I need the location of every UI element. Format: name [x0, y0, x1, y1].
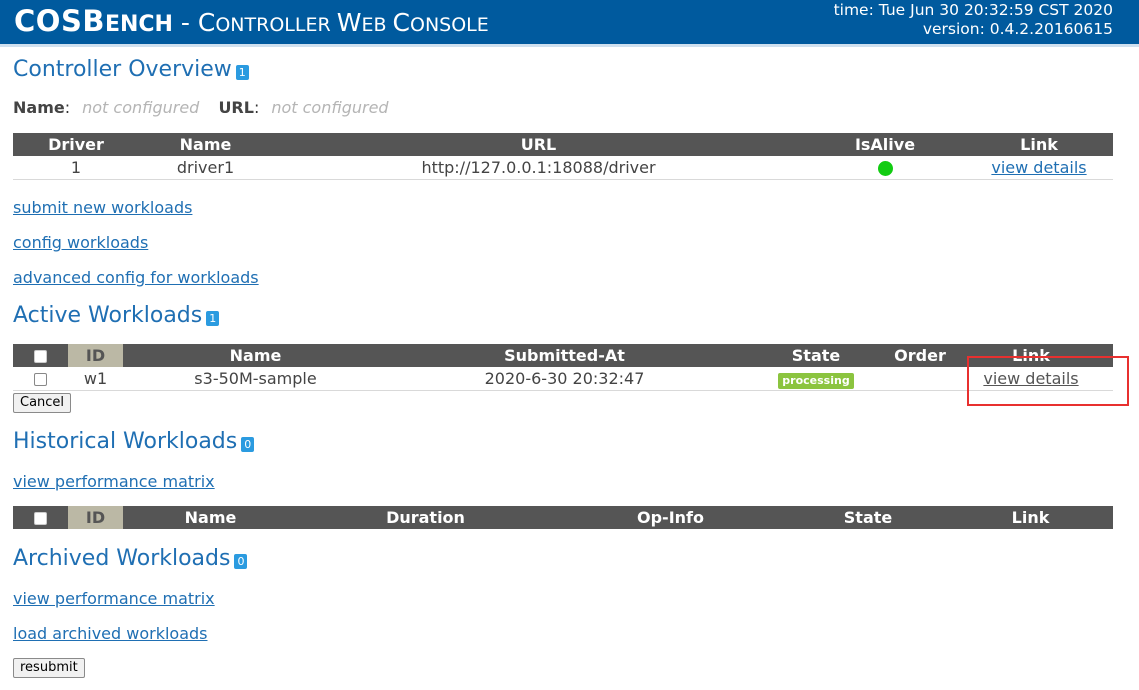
controller-overview-title: Controller Overview 1 [13, 57, 249, 82]
resubmit-button[interactable]: resubmit [13, 658, 85, 678]
table-row: 1 driver1 http://127.0.0.1:18088/driver … [13, 156, 1113, 180]
select-all-checkbox[interactable] [34, 512, 47, 525]
header-info: time: Tue Jun 30 20:32:59 CST 2020 versi… [834, 1, 1113, 39]
name-value: not configured [82, 98, 200, 117]
active-count-badge: 1 [206, 310, 220, 326]
historical-workloads-table: ID Name Duration Op-Info State Link [13, 506, 1113, 529]
status-badge: processing [778, 372, 854, 389]
cancel-button[interactable]: Cancel [13, 393, 72, 413]
alive-status-icon [877, 161, 893, 176]
select-all-checkbox[interactable] [34, 350, 47, 363]
load-archived-workloads-link[interactable]: load archived workloads [13, 624, 208, 643]
historical-performance-matrix-link[interactable]: view performance matrix [13, 472, 215, 491]
highlight-box [967, 356, 1129, 406]
config-workloads-link[interactable]: config workloads [13, 233, 148, 252]
historical-count-badge: 0 [241, 436, 255, 452]
url-value: not configured [271, 98, 389, 117]
active-workloads-title: Active Workloads 1 [13, 303, 220, 328]
server-time: time: Tue Jun 30 20:32:59 CST 2020 [833, 1, 1113, 19]
archived-workloads-title: Archived Workloads 0 [13, 546, 248, 571]
archived-performance-matrix-link[interactable]: view performance matrix [13, 589, 215, 608]
submit-new-workloads-link[interactable]: submit new workloads [13, 198, 192, 217]
drivers-table-header: Driver Name URL IsAlive Link [13, 133, 1113, 156]
active-table-header: ID Name Submitted-At State Order Link [13, 344, 1113, 367]
table-row: w1 s3-50M-sample 2020-6-30 20:32:47 proc… [13, 367, 1113, 391]
controller-config-line: Name: not configured URL: not configured [13, 98, 389, 117]
driver-view-details-link[interactable]: view details [991, 158, 1086, 177]
active-workloads-table: ID Name Submitted-At State Order Link w1… [13, 344, 1113, 391]
server-version: version: 0.4.2.20160615 [922, 20, 1113, 38]
advanced-config-link[interactable]: advanced config for workloads [13, 268, 259, 287]
historical-workloads-title: Historical Workloads 0 [13, 429, 255, 454]
overview-count-badge: 1 [235, 64, 249, 80]
drivers-table: Driver Name URL IsAlive Link 1 driver1 h… [13, 133, 1113, 180]
historical-table-header: ID Name Duration Op-Info State Link [13, 506, 1113, 529]
header-bar: COSBENCH - CONTROLLER WEB CONSOLE time: … [0, 0, 1139, 47]
archived-count-badge: 0 [234, 553, 248, 569]
row-checkbox[interactable] [34, 373, 47, 386]
app-logo: COSBENCH - CONTROLLER WEB CONSOLE [14, 4, 489, 38]
